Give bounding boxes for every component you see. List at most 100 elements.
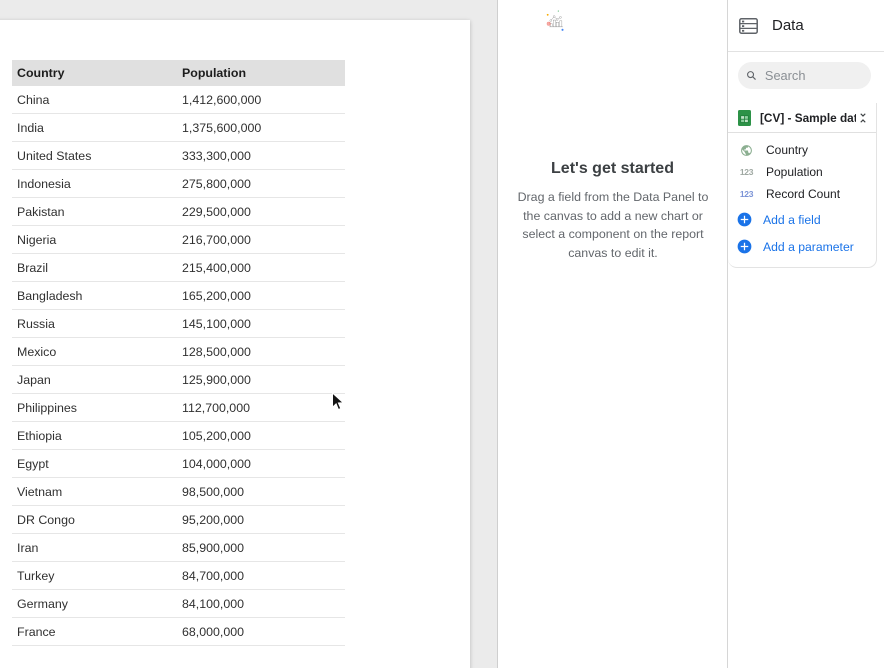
table-row: Mexico128,500,000: [12, 338, 345, 366]
field-actions: Add a field Add a parameter: [728, 207, 876, 259]
cell-country: United States: [12, 149, 182, 163]
cell-country: Iran: [12, 541, 182, 555]
table-row: Germany84,100,000: [12, 590, 345, 618]
cell-country: Germany: [12, 597, 182, 611]
field-label: Country: [766, 143, 808, 157]
globe-icon: [738, 144, 755, 157]
cell-population: 165,200,000: [182, 289, 345, 303]
table-row: India1,375,600,000: [12, 114, 345, 142]
table-row: France68,000,000: [12, 618, 345, 646]
cell-population: 275,800,000: [182, 177, 345, 191]
table-row: Vietnam98,500,000: [12, 478, 345, 506]
field-label: Record Count: [766, 187, 840, 201]
plus-circle-icon: [737, 212, 752, 227]
dot-yellow: [547, 14, 549, 16]
cell-population: 104,000,000: [182, 457, 345, 471]
search-input[interactable]: [765, 68, 863, 83]
cell-country: Mexico: [12, 345, 182, 359]
add-a-parameter-button[interactable]: Add a parameter: [728, 234, 876, 259]
sheet-icon: [738, 110, 751, 126]
empty-state-body: Drag a field from the Data Panel to the …: [512, 188, 714, 262]
cell-population: 333,300,000: [182, 149, 345, 163]
cell-country: Pakistan: [12, 205, 182, 219]
field-item-record-count[interactable]: 123 Record Count: [728, 183, 876, 205]
empty-state-title: Let's get started: [498, 160, 727, 178]
data-source-card: [CV] - Sample data ... Country 123 Populat…: [728, 103, 877, 268]
table-body: China1,412,600,000India1,375,600,000Unit…: [12, 86, 345, 646]
table-row: Russia145,100,000: [12, 310, 345, 338]
search-box[interactable]: [738, 62, 871, 89]
cell-country: Turkey: [12, 569, 182, 583]
cell-population: 1,412,600,000: [182, 93, 345, 107]
cell-population: 145,100,000: [182, 317, 345, 331]
report-canvas-area[interactable]: Country Population China1,412,600,000Ind…: [0, 0, 497, 668]
table-chart[interactable]: Country Population China1,412,600,000Ind…: [12, 60, 345, 646]
table-row: Japan125,900,000: [12, 366, 345, 394]
data-panel-icon: [739, 18, 758, 34]
field-item-population[interactable]: 123 Population: [728, 161, 876, 183]
data-panel: Data [CV] - Sample data ...: [727, 0, 884, 668]
table-row: Iran85,900,000: [12, 534, 345, 562]
add-a-field-button[interactable]: Add a field: [728, 207, 876, 232]
cell-population: 128,500,000: [182, 345, 345, 359]
data-panel-title: Data: [772, 17, 804, 34]
action-label: Add a field: [763, 213, 821, 227]
empty-state-panel: Let's get started Drag a field from the …: [497, 0, 727, 668]
fields-list: Country 123 Population 123 Record Count: [728, 133, 876, 205]
cell-country: France: [12, 625, 182, 639]
table-row: Indonesia275,800,000: [12, 170, 345, 198]
cell-population: 95,200,000: [182, 513, 345, 527]
table-header-population: Population: [182, 66, 345, 80]
table-row: Ethiopia105,200,000: [12, 422, 345, 450]
field-label: Population: [766, 165, 823, 179]
cell-population: 85,900,000: [182, 541, 345, 555]
cell-country: India: [12, 121, 182, 135]
data-source-row[interactable]: [CV] - Sample data ...: [728, 103, 876, 133]
table-row: Turkey84,700,000: [12, 562, 345, 590]
cell-country: Brazil: [12, 261, 182, 275]
cell-country: Japan: [12, 373, 182, 387]
cell-population: 229,500,000: [182, 205, 345, 219]
cell-population: 216,700,000: [182, 233, 345, 247]
table-row: Brazil215,400,000: [12, 254, 345, 282]
cell-population: 1,375,600,000: [182, 121, 345, 135]
field-item-country[interactable]: Country: [728, 139, 876, 161]
table-header-country: Country: [12, 66, 182, 80]
table-header-row: Country Population: [12, 60, 345, 86]
unfold-less-icon: [856, 111, 870, 125]
table-row: DR Congo95,200,000: [12, 506, 345, 534]
number-123-icon: 123: [738, 189, 755, 199]
cell-country: Vietnam: [12, 485, 182, 499]
mouse-cursor: [331, 392, 345, 412]
data-panel-header: Data: [728, 0, 884, 52]
chart-illustration-icon: [541, 8, 681, 133]
cell-country: Russia: [12, 317, 182, 331]
cell-country: China: [12, 93, 182, 107]
cell-country: Egypt: [12, 457, 182, 471]
dot-blue: [561, 29, 563, 31]
number-123-icon: 123: [738, 167, 755, 177]
cell-country: Philippines: [12, 401, 182, 415]
cell-country: Nigeria: [12, 233, 182, 247]
cell-population: 98,500,000: [182, 485, 345, 499]
cell-country: Ethiopia: [12, 429, 182, 443]
dot-green: [558, 11, 559, 12]
cell-country: Indonesia: [12, 177, 182, 191]
data-source-name: [CV] - Sample data ...: [760, 111, 856, 125]
table-row: Bangladesh165,200,000: [12, 282, 345, 310]
search-icon: [746, 69, 757, 82]
cell-population: 125,900,000: [182, 373, 345, 387]
table-row: Nigeria216,700,000: [12, 226, 345, 254]
looker-studio-window: Country Population China1,412,600,000Ind…: [0, 0, 884, 668]
table-row: Egypt104,000,000: [12, 450, 345, 478]
cell-population: 215,400,000: [182, 261, 345, 275]
cell-country: Bangladesh: [12, 289, 182, 303]
cell-population: 105,200,000: [182, 429, 345, 443]
plus-circle-icon: [737, 239, 752, 254]
table-row: Philippines112,700,000: [12, 394, 345, 422]
table-row: United States333,300,000: [12, 142, 345, 170]
collapse-panel-button[interactable]: [856, 111, 870, 125]
cell-population: 84,700,000: [182, 569, 345, 583]
action-label: Add a parameter: [763, 240, 854, 254]
table-row: Pakistan229,500,000: [12, 198, 345, 226]
